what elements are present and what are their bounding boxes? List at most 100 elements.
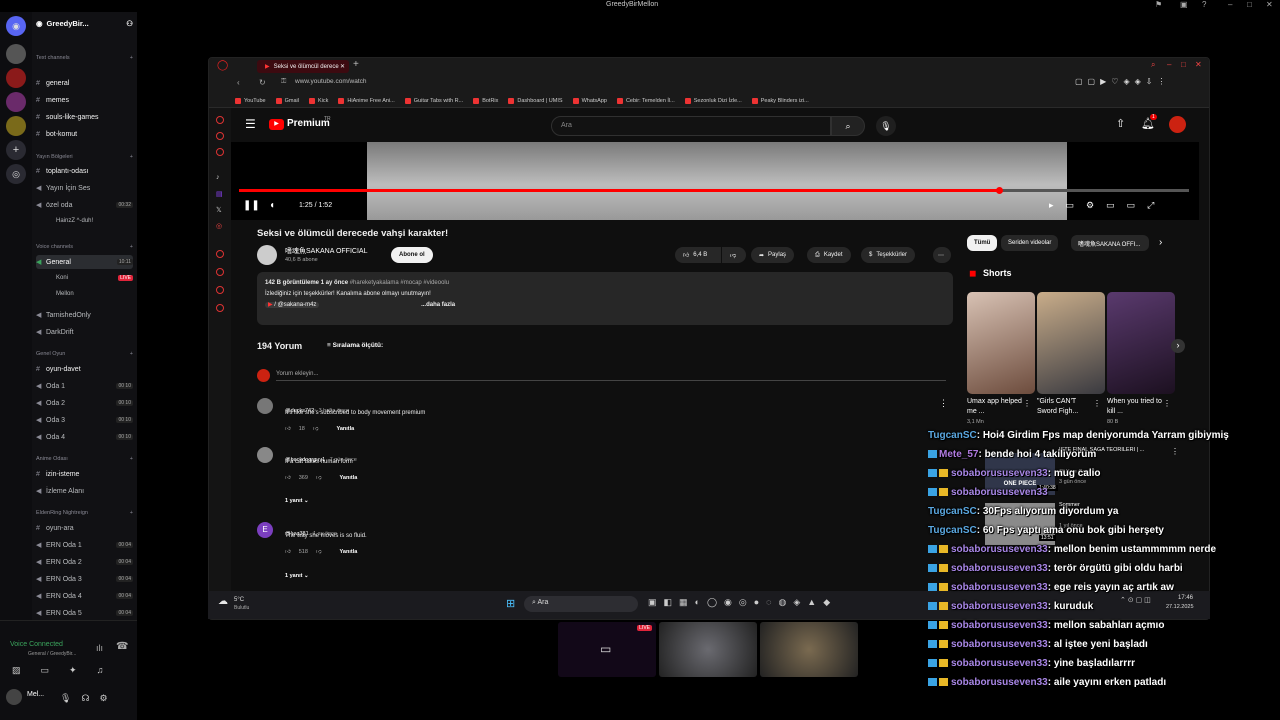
bookmark-item[interactable]: Dashboard | UMIS [508, 97, 563, 104]
thumbs-up-icon[interactable]: 👍︎ [285, 426, 291, 432]
bookmark-item[interactable]: Kick [309, 97, 328, 104]
avatar[interactable] [1169, 116, 1186, 133]
share-button[interactable]: ➦ Paylaş [751, 247, 795, 263]
dislike-button[interactable]: 👎︎ [722, 247, 746, 263]
channel-avatar[interactable] [257, 245, 277, 265]
channel-oda-2[interactable]: ◀ Oda 2 00 10 [36, 396, 133, 410]
short-menu-icon[interactable]: ⋮ [1093, 399, 1101, 408]
bookmark-item[interactable]: BotRix [473, 97, 498, 104]
short-thumbnail[interactable] [1107, 292, 1175, 394]
flag-icon[interactable]: ⚑ [1155, 0, 1162, 9]
channel-yayin-ses[interactable]: ◀ Yayın İçin Ses [36, 181, 133, 195]
x-icon[interactable]: 𝕏 [216, 206, 222, 214]
player-controls[interactable]: ▸▭⚙▭▭⤢ [1049, 200, 1166, 211]
stream-preview[interactable]: LIVE ▭ [558, 622, 656, 677]
add-comment-input[interactable]: Yorum ekleyin... [276, 371, 946, 381]
channel-ozel-oda[interactable]: ◀ özel oda 00:32 [36, 198, 133, 212]
channel-tarnished[interactable]: ◀ TarnishedOnly [36, 308, 133, 322]
sidebar-icon[interactable] [216, 148, 224, 156]
like-button[interactable]: 👍︎ 6,4 B [675, 247, 721, 263]
channel-ern-oda-3[interactable]: ◀ ERN Oda 3 00 04 [36, 572, 133, 586]
bookmark-item[interactable]: Cebir: Temelden İl... [616, 97, 675, 104]
reply-button[interactable]: Yanıtla [340, 475, 358, 481]
category-general-game[interactable]: Genel Oyun + [36, 347, 133, 361]
new-tab-button[interactable]: + [353, 59, 359, 70]
short-title[interactable]: "Girls CAN'T Sword Figh... [1037, 397, 1095, 417]
extension-icons[interactable]: ▢▢▶♡◈◈⇩⋮ [1075, 77, 1170, 86]
sidebar-icon[interactable] [216, 132, 224, 140]
chip-all[interactable]: Tümü [967, 235, 998, 251]
channel-izleme-alani[interactable]: ◀ İzleme Alanı [36, 484, 133, 498]
participant-preview[interactable] [659, 622, 757, 677]
channel-oda-4[interactable]: ◀ Oda 4 00 10 [36, 430, 133, 444]
avatar[interactable] [257, 447, 273, 463]
channel-oda-3[interactable]: ◀ Oda 3 00 10 [36, 413, 133, 427]
channel-toplanti[interactable]: # toplantı-odası [36, 164, 133, 178]
sort-button[interactable]: ≡ Sıralama ölçütü: [327, 342, 383, 349]
bookmark-item[interactable]: WhatsApp [572, 97, 607, 104]
search-button[interactable]: ⌕ [831, 116, 865, 136]
channel-general[interactable]: # general [36, 76, 133, 90]
next-shorts-button[interactable]: › [1171, 339, 1185, 353]
tiktok-icon[interactable]: ♪ [216, 174, 220, 181]
headphones-icon[interactable]: ☊ [81, 693, 89, 704]
minimize-button[interactable]: – [1228, 0, 1232, 9]
thumbs-down-icon[interactable]: 👎︎ [316, 475, 322, 481]
settings-icon[interactable] [216, 304, 224, 312]
disconnect-icon[interactable]: ☎ [116, 641, 128, 652]
bookmark-item[interactable]: Guitar Tabs with R... [404, 97, 463, 104]
server-icon[interactable] [6, 116, 26, 136]
channel-bot-komut[interactable]: # bot-komut [36, 127, 133, 141]
category-voice[interactable]: Voice channels + [36, 240, 133, 254]
channel-oyun-davet[interactable]: # oyun-davet [36, 362, 133, 376]
channel-ern-oda-2[interactable]: ◀ ERN Oda 2 00 04 [36, 555, 133, 569]
channel-ern-oda-4[interactable]: ◀ ERN Oda 4 00 04 [36, 589, 133, 603]
invite-icon[interactable]: ⚇ [126, 19, 133, 28]
chip-series[interactable]: Seriden videolar [1001, 235, 1059, 251]
chevron-right-icon[interactable]: › [1159, 237, 1162, 248]
channel-oda-1[interactable]: ◀ Oda 1 00 10 [36, 379, 133, 393]
maximize-button[interactable]: □ [1247, 0, 1252, 9]
settings-icon[interactable]: ⚙ [99, 693, 107, 704]
discover-icon[interactable]: ◎ [6, 164, 26, 184]
browser-tab[interactable]: ▶ Seksi ve ölümcül derece ✕ [257, 60, 349, 73]
pause-icon[interactable]: ❚❚ [243, 200, 260, 211]
avatar[interactable] [257, 398, 273, 414]
history-icon[interactable] [216, 250, 224, 258]
volume-icon[interactable]: ◖ [269, 200, 275, 211]
reply-button[interactable]: Yanıtla [336, 426, 354, 432]
voice-search-button[interactable]: 🎙︎ [876, 116, 896, 136]
avatar[interactable]: E [257, 522, 273, 538]
discord-home-icon[interactable]: ◉ [6, 16, 26, 36]
menu-icon[interactable]: ☰ [245, 117, 256, 131]
subscribe-button[interactable]: Abone ol [391, 247, 433, 263]
minimize-button[interactable]: – [1167, 60, 1171, 69]
save-button[interactable]: ⎙ Kaydet [807, 247, 851, 263]
search-icon[interactable]: ⌕ [1151, 60, 1155, 70]
chip-channel[interactable]: 嗜魂魚SAKANA OFFI... [1071, 235, 1149, 251]
short-menu-icon[interactable]: ⋮ [1023, 399, 1031, 408]
search-input[interactable]: Ara [551, 116, 831, 136]
short-menu-icon[interactable]: ⋮ [1163, 399, 1171, 408]
category-text[interactable]: Text channels + [36, 51, 133, 65]
help-icon[interactable]: ? [1202, 0, 1206, 9]
microphone-icon[interactable]: 🎙︎ [60, 693, 71, 704]
soundboard-icon[interactable]: ♫ [97, 665, 104, 676]
taskbar-search[interactable]: ⌕ Ara [524, 596, 638, 612]
channel-name[interactable]: 嗜魂魚SAKANA OFFICIAL [285, 246, 367, 256]
channel-ern-oda-5[interactable]: ◀ ERN Oda 5 00 04 [36, 606, 133, 620]
thumbs-up-icon[interactable]: 👍︎ [285, 549, 291, 555]
channel-darkdrift[interactable]: ◀ DarkDrift [36, 325, 133, 339]
back-icon[interactable]: ‹ [237, 78, 240, 87]
bookmark-item[interactable]: Sezonluk Dizi İzle... [684, 97, 742, 104]
bookmark-item[interactable]: Gmail [275, 97, 299, 104]
avatar[interactable] [6, 689, 22, 705]
server-icon[interactable] [6, 68, 26, 88]
close-button[interactable]: ✕ [1266, 0, 1273, 9]
sidebar-icon[interactable] [216, 116, 224, 124]
twitch-icon[interactable]: ▤ [216, 190, 223, 198]
maximize-button[interactable]: □ [1181, 60, 1186, 69]
thumbs-up-icon[interactable]: 👍︎ [285, 475, 291, 481]
video-player[interactable]: ❚❚ ◖ 1:25 / 1:52 ▸▭⚙▭▭⤢ [231, 142, 1199, 220]
windows-start-icon[interactable]: ⊞ [506, 597, 515, 610]
